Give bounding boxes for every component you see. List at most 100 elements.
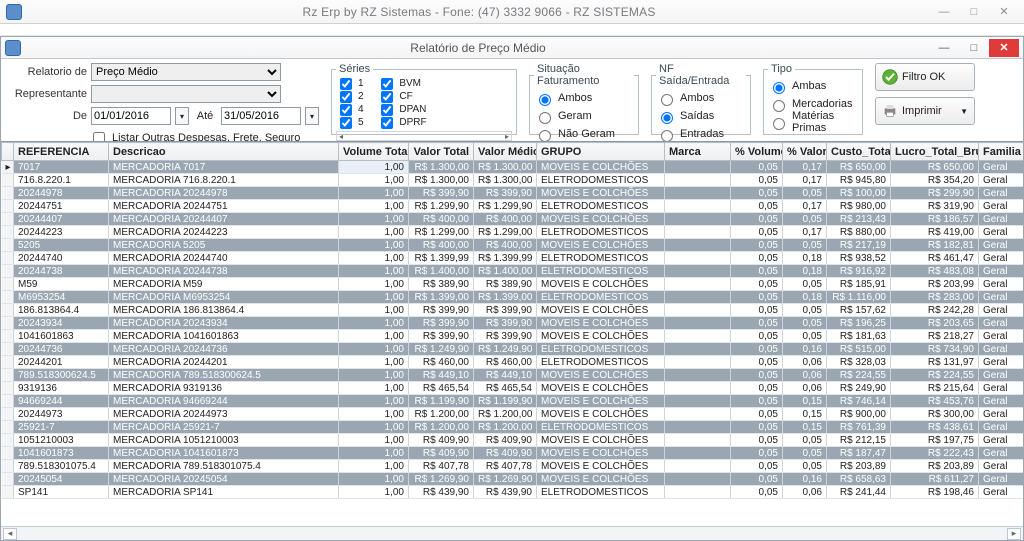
cell[interactable]: R$ 1.299,90 (474, 200, 537, 213)
cell[interactable]: R$ 461,47 (891, 252, 979, 265)
cell[interactable]: Geral (979, 421, 1024, 434)
table-row[interactable]: ▸7017MERCADORIA 70171,00R$ 1.300,00R$ 1.… (2, 161, 1024, 174)
cell[interactable]: 1041601873 (14, 447, 109, 460)
cell[interactable]: MERCADORIA 20243934 (109, 317, 339, 330)
cell[interactable]: MERCADORIA 5205 (109, 239, 339, 252)
cell[interactable] (665, 330, 731, 343)
cell[interactable] (665, 252, 731, 265)
radio-ambos-fat[interactable]: Ambos (534, 89, 634, 107)
cell[interactable] (665, 473, 731, 486)
col-header[interactable]: Valor Médio (474, 143, 537, 161)
cell[interactable]: 1,00 (339, 408, 409, 421)
cell[interactable]: R$ 465,54 (474, 382, 537, 395)
cell[interactable] (665, 421, 731, 434)
cell[interactable]: 0,05 (783, 460, 827, 473)
cell[interactable]: Geral (979, 174, 1024, 187)
cell[interactable]: 1,00 (339, 239, 409, 252)
cell[interactable]: 186.813864.4 (14, 304, 109, 317)
cell[interactable]: MOVEIS E COLCHÕES (537, 473, 665, 486)
cell[interactable]: MERCADORIA M59 (109, 278, 339, 291)
cell[interactable]: 9319136 (14, 382, 109, 395)
cell[interactable]: 0,05 (731, 265, 783, 278)
cell[interactable]: R$ 409,90 (409, 434, 474, 447)
table-row[interactable]: 94669244MERCADORIA 946692441,00R$ 1.199,… (2, 395, 1024, 408)
cell[interactable] (665, 291, 731, 304)
cell[interactable]: 0,05 (783, 330, 827, 343)
cell[interactable]: R$ 1.249,90 (474, 343, 537, 356)
cell[interactable]: ELETRODOMESTICOS (537, 265, 665, 278)
cell[interactable]: R$ 185,91 (827, 278, 891, 291)
cell[interactable] (665, 213, 731, 226)
cell[interactable]: R$ 400,00 (474, 239, 537, 252)
cell[interactable]: Geral (979, 434, 1024, 447)
table-row[interactable]: SP141MERCADORIA SP1411,00R$ 439,90R$ 439… (2, 486, 1024, 499)
cell[interactable]: R$ 400,00 (409, 213, 474, 226)
col-header[interactable]: Volume Total (339, 143, 409, 161)
cell[interactable]: 789.518301075.4 (14, 460, 109, 473)
cell[interactable]: MERCADORIA 25921-7 (109, 421, 339, 434)
cell[interactable]: 0,05 (783, 304, 827, 317)
cell[interactable] (665, 486, 731, 499)
cell[interactable]: 1,00 (339, 330, 409, 343)
cell[interactable]: R$ 465,54 (409, 382, 474, 395)
series-item[interactable]: 4 (336, 103, 371, 116)
cell[interactable]: 0,05 (731, 213, 783, 226)
table-row[interactable]: 20244751MERCADORIA 202447511,00R$ 1.299,… (2, 200, 1024, 213)
cell[interactable]: MERCADORIA 1051210003 (109, 434, 339, 447)
cell[interactable]: 0,05 (783, 317, 827, 330)
cell[interactable]: 1,00 (339, 473, 409, 486)
table-row[interactable]: 1041601863MERCADORIA 10416018631,00R$ 39… (2, 330, 1024, 343)
cell[interactable]: ELETRODOMESTICOS (537, 421, 665, 434)
cell[interactable]: R$ 1.299,00 (474, 226, 537, 239)
cell[interactable]: 0,15 (783, 395, 827, 408)
cell[interactable]: 0,05 (731, 395, 783, 408)
cell[interactable]: MERCADORIA 94669244 (109, 395, 339, 408)
cell[interactable]: R$ 1.299,00 (409, 226, 474, 239)
cell[interactable]: 1,00 (339, 200, 409, 213)
cell[interactable]: 716.8.220.1 (14, 174, 109, 187)
cell[interactable]: 20245054 (14, 473, 109, 486)
cell[interactable]: MOVEIS E COLCHÕES (537, 239, 665, 252)
cell[interactable]: R$ 198,46 (891, 486, 979, 499)
table-row[interactable]: 186.813864.4MERCADORIA 186.813864.41,00R… (2, 304, 1024, 317)
horizontal-scrollbar[interactable]: ◂ ▸ (1, 526, 1023, 540)
cell[interactable] (665, 278, 731, 291)
cell[interactable]: 0,05 (731, 473, 783, 486)
col-header[interactable]: Descricao (109, 143, 339, 161)
cell[interactable]: R$ 1.299,90 (409, 200, 474, 213)
cell[interactable]: 0,17 (783, 161, 827, 174)
cell[interactable]: MOVEIS E COLCHÕES (537, 278, 665, 291)
cell[interactable] (665, 343, 731, 356)
cell[interactable]: 20244736 (14, 343, 109, 356)
cell[interactable]: R$ 916,92 (827, 265, 891, 278)
cell[interactable]: R$ 1.116,00 (827, 291, 891, 304)
cell[interactable]: R$ 203,89 (891, 460, 979, 473)
cell[interactable]: 0,05 (731, 291, 783, 304)
cell[interactable]: 0,15 (783, 421, 827, 434)
cell[interactable]: Geral (979, 408, 1024, 421)
cell[interactable]: 0,16 (783, 343, 827, 356)
cell[interactable]: R$ 409,90 (474, 447, 537, 460)
cell[interactable]: R$ 399,90 (409, 330, 474, 343)
cell[interactable]: 1,00 (339, 460, 409, 473)
cell[interactable]: Geral (979, 187, 1024, 200)
series-scrollbar[interactable]: ◂▸ (336, 131, 512, 141)
cell[interactable]: R$ 439,90 (409, 486, 474, 499)
cell[interactable]: MERCADORIA 20244736 (109, 343, 339, 356)
cell[interactable] (665, 161, 731, 174)
report-minimize-button[interactable]: — (929, 39, 959, 57)
cell[interactable]: 0,05 (783, 187, 827, 200)
cell[interactable]: R$ 187,47 (827, 447, 891, 460)
relatorio-combo[interactable]: Preço Médio (91, 63, 281, 81)
table-row[interactable]: 20245054MERCADORIA 202450541,00R$ 1.269,… (2, 473, 1024, 486)
cell[interactable]: R$ 215,64 (891, 382, 979, 395)
table-row[interactable]: 9319136MERCADORIA 93191361,00R$ 465,54R$… (2, 382, 1024, 395)
table-row[interactable]: 20244738MERCADORIA 202447381,00R$ 1.400,… (2, 265, 1024, 278)
cell[interactable]: Geral (979, 161, 1024, 174)
cell[interactable] (665, 226, 731, 239)
cell[interactable]: 1,00 (339, 278, 409, 291)
cell[interactable]: 0,06 (783, 382, 827, 395)
cell[interactable]: 0,06 (783, 356, 827, 369)
cell[interactable]: 0,05 (783, 434, 827, 447)
cell[interactable]: ELETRODOMESTICOS (537, 343, 665, 356)
